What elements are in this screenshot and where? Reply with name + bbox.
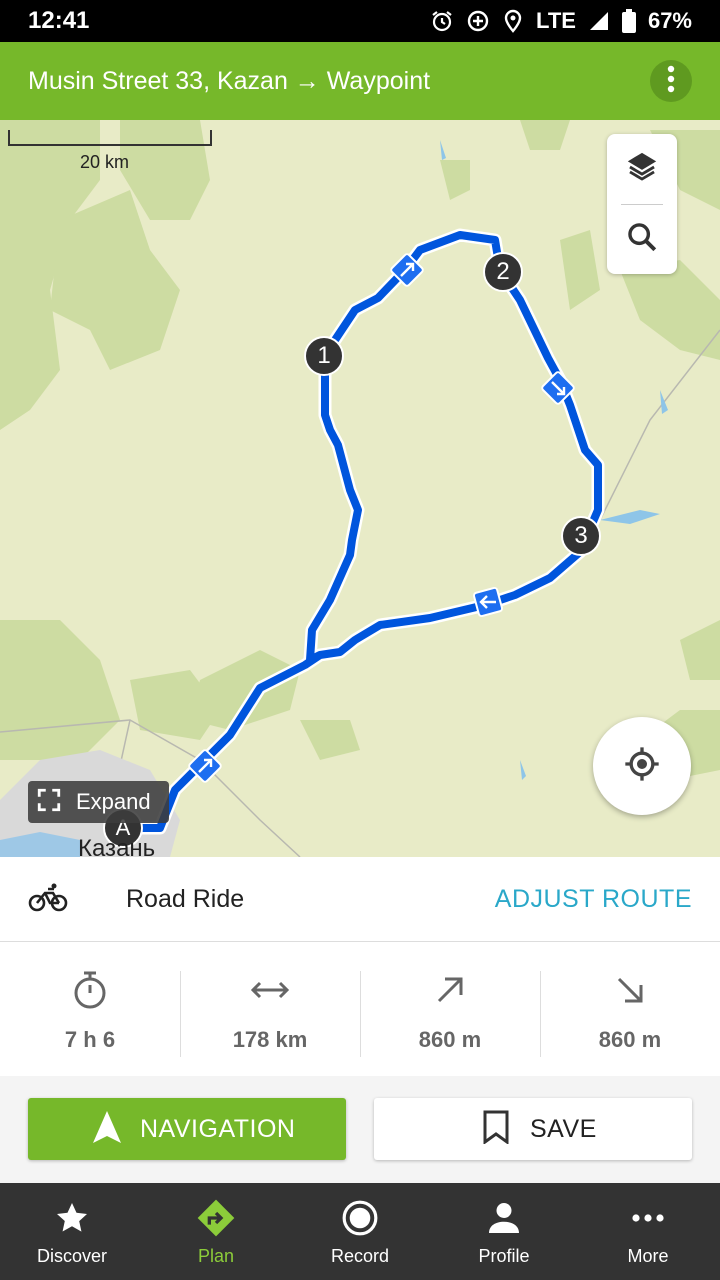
stat-descent: 860 m bbox=[540, 943, 720, 1076]
more-vert-icon bbox=[667, 65, 675, 98]
battery-icon bbox=[621, 9, 636, 33]
data-saver-icon bbox=[466, 9, 490, 33]
nav-record[interactable]: Record bbox=[288, 1183, 432, 1280]
stopwatch-icon bbox=[72, 967, 108, 1013]
map-scale: 20 km bbox=[8, 130, 212, 173]
nav-record-label: Record bbox=[330, 1246, 390, 1266]
expand-label: Expand bbox=[76, 789, 151, 814]
waypoint-3-label: 3 bbox=[574, 522, 588, 549]
stat-ascent-value: 860 m bbox=[418, 1026, 482, 1052]
map-scale-label: 20 km bbox=[80, 152, 130, 172]
alarm-icon bbox=[430, 9, 454, 33]
ascent-icon bbox=[435, 967, 465, 1013]
layers-icon bbox=[625, 150, 659, 189]
nav-profile[interactable]: Profile bbox=[432, 1183, 576, 1280]
waypoint-1-label: 1 bbox=[317, 342, 331, 369]
my-location-icon bbox=[622, 744, 662, 789]
record-icon bbox=[341, 1196, 379, 1240]
person-icon bbox=[486, 1196, 522, 1240]
stat-duration: 7 h 6 bbox=[0, 943, 180, 1076]
map-controls bbox=[607, 134, 677, 274]
battery-percent: 67% bbox=[647, 8, 692, 33]
distance-icon bbox=[250, 967, 290, 1013]
expand-map-button[interactable]: Expand bbox=[28, 781, 169, 823]
layers-button[interactable] bbox=[607, 134, 677, 204]
waypoint-3[interactable]: 3 bbox=[561, 516, 601, 556]
navigation-arrow-icon bbox=[92, 1110, 122, 1149]
nav-more[interactable]: More bbox=[576, 1183, 720, 1280]
plan-route-icon bbox=[196, 1196, 236, 1240]
nav-plan[interactable]: Plan bbox=[144, 1183, 288, 1280]
status-bar: 12:41 LTE 67% bbox=[0, 0, 720, 42]
sport-label[interactable]: Road Ride bbox=[126, 885, 495, 914]
bicycle-icon[interactable] bbox=[28, 881, 68, 918]
nav-discover[interactable]: Discover bbox=[0, 1183, 144, 1280]
stat-descent-value: 860 m bbox=[598, 1026, 662, 1052]
navigation-label: NAVIGATION bbox=[140, 1114, 296, 1143]
location-icon bbox=[502, 9, 524, 33]
route-stats: 7 h 6 178 km 860 m 860 m bbox=[0, 943, 720, 1076]
bookmark-icon bbox=[482, 1110, 510, 1149]
city-label: Казань bbox=[78, 837, 156, 857]
waypoint-2[interactable]: 2 bbox=[483, 252, 523, 292]
signal-icon bbox=[588, 10, 610, 32]
waypoint-2-label: 2 bbox=[496, 258, 510, 285]
adjust-route-button[interactable]: ADJUST ROUTE bbox=[495, 885, 692, 914]
my-location-button[interactable] bbox=[593, 717, 691, 815]
nav-more-label: More bbox=[627, 1246, 669, 1266]
action-bar: NAVIGATION SAVE bbox=[0, 1076, 720, 1183]
header: Musin Street 33, Kazan → Waypoint bbox=[0, 42, 720, 120]
nav-profile-label: Profile bbox=[478, 1246, 530, 1266]
status-time: 12:41 bbox=[28, 7, 90, 34]
fullscreen-icon bbox=[36, 787, 62, 818]
search-icon bbox=[625, 220, 659, 259]
search-button[interactable] bbox=[607, 204, 677, 274]
nav-discover-label: Discover bbox=[36, 1246, 107, 1266]
more-menu-button[interactable] bbox=[650, 60, 692, 102]
stat-ascent: 860 m bbox=[360, 943, 540, 1076]
waypoint-1[interactable]: 1 bbox=[304, 336, 344, 376]
bottom-navigation: Discover Plan Record Profile More bbox=[0, 1183, 720, 1280]
save-label: SAVE bbox=[530, 1114, 597, 1143]
route-title: Musin Street 33, Kazan → Waypoint bbox=[28, 66, 431, 95]
nav-plan-label: Plan bbox=[197, 1246, 235, 1266]
stat-distance: 178 km bbox=[180, 943, 360, 1076]
navigation-button[interactable]: NAVIGATION bbox=[28, 1098, 346, 1160]
network-type: LTE bbox=[536, 8, 576, 33]
star-icon bbox=[54, 1196, 90, 1240]
stat-distance-value: 178 km bbox=[232, 1026, 308, 1052]
sport-row: Road Ride ADJUST ROUTE bbox=[0, 857, 720, 942]
stat-duration-value: 7 h 6 bbox=[64, 1026, 116, 1052]
descent-icon bbox=[615, 967, 645, 1013]
more-horiz-icon bbox=[631, 1196, 665, 1240]
save-button[interactable]: SAVE bbox=[374, 1098, 692, 1160]
map-view[interactable]: 1 2 3 A Казань 20 km Expand bbox=[0, 120, 720, 857]
